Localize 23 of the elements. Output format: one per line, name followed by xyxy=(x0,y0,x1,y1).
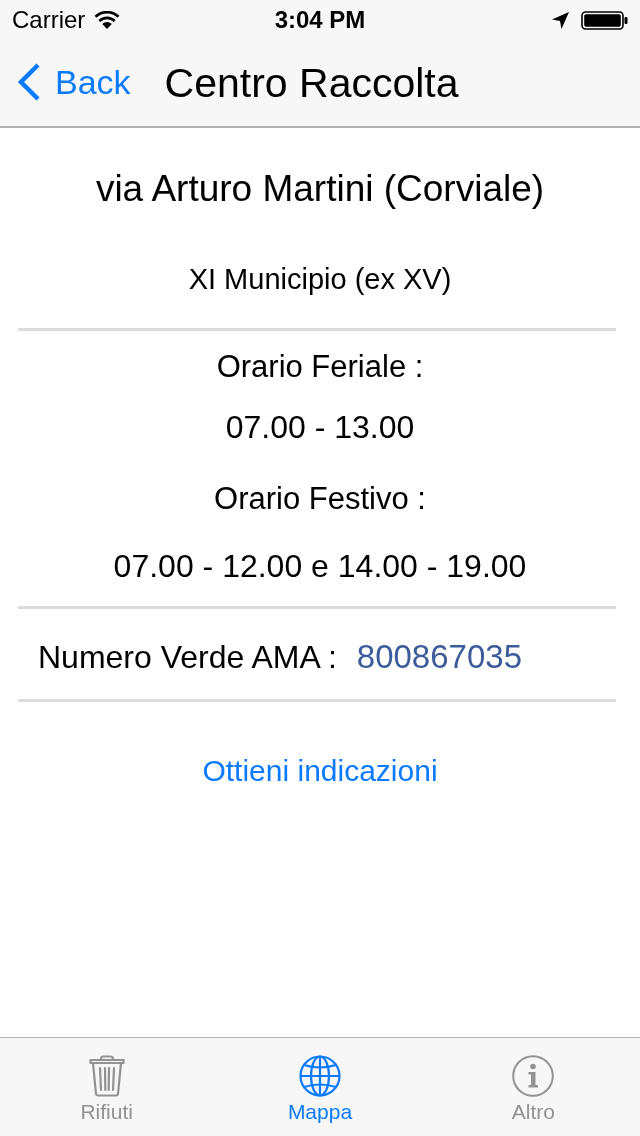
globe-icon xyxy=(299,1055,341,1097)
hours-label: Orario Feriale : xyxy=(216,349,424,385)
tab-item[interactable]: Rifiuti xyxy=(0,1038,214,1136)
carrier-name: Carrier xyxy=(12,6,86,34)
directions-button[interactable]: Ottieni indicazioni xyxy=(202,754,438,788)
trash-icon xyxy=(88,1055,125,1097)
info-icon xyxy=(512,1055,555,1097)
back-button[interactable]: Back xyxy=(17,62,131,102)
chevron-left-icon xyxy=(17,63,41,101)
location-name: via Arturo Martini (Corviale) xyxy=(95,168,545,210)
tab-item[interactable]: Mappa xyxy=(213,1038,427,1136)
status-time: 3:04 PM xyxy=(274,6,366,34)
district-name: XI Municipio (ex XV) xyxy=(188,262,452,296)
wifi-icon xyxy=(94,11,121,29)
tab-item[interactable]: Altro xyxy=(426,1038,640,1136)
phone-label: Numero Verde AMA : xyxy=(38,639,337,675)
hours-times: 07.00 - 12.00 e 14.00 - 19.00 xyxy=(113,548,527,584)
phone-link[interactable]: 800867035 xyxy=(356,639,522,675)
location-arrow-icon xyxy=(552,11,569,29)
hours-times: 07.00 - 13.00 xyxy=(225,409,415,445)
hours-label: Orario Festivo : xyxy=(214,481,426,517)
screen-title: Centro Raccolta xyxy=(164,59,459,107)
battery-icon xyxy=(581,10,628,30)
